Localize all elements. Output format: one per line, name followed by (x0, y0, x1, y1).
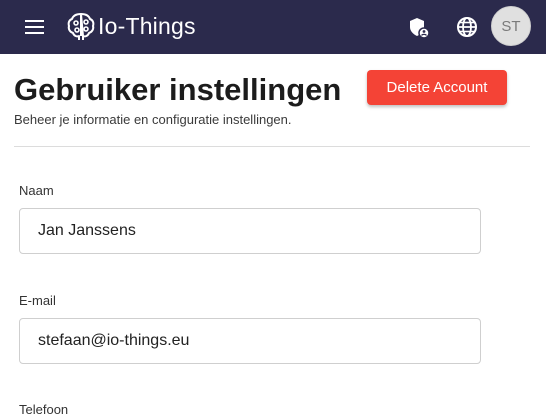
avatar[interactable]: ST (491, 6, 531, 46)
email-label: E-mail (19, 293, 56, 308)
phone-label: Telefoon (19, 402, 69, 417)
page-subtitle: Beheer je informatie en configuratie ins… (14, 112, 292, 127)
globe-icon[interactable] (453, 13, 481, 41)
menu-icon[interactable] (24, 17, 46, 37)
admin-shield-icon[interactable] (404, 13, 432, 41)
name-label: Naam (19, 183, 54, 198)
email-input[interactable] (19, 318, 481, 364)
app-header: Io-Things ST (0, 0, 546, 54)
divider (14, 146, 530, 147)
brand-name: Io-Things (98, 13, 196, 39)
name-input[interactable] (19, 208, 481, 254)
brain-logo-icon (66, 10, 96, 42)
delete-account-button[interactable]: Delete Account (367, 70, 507, 105)
page-title: Gebruiker instellingen (14, 72, 342, 107)
